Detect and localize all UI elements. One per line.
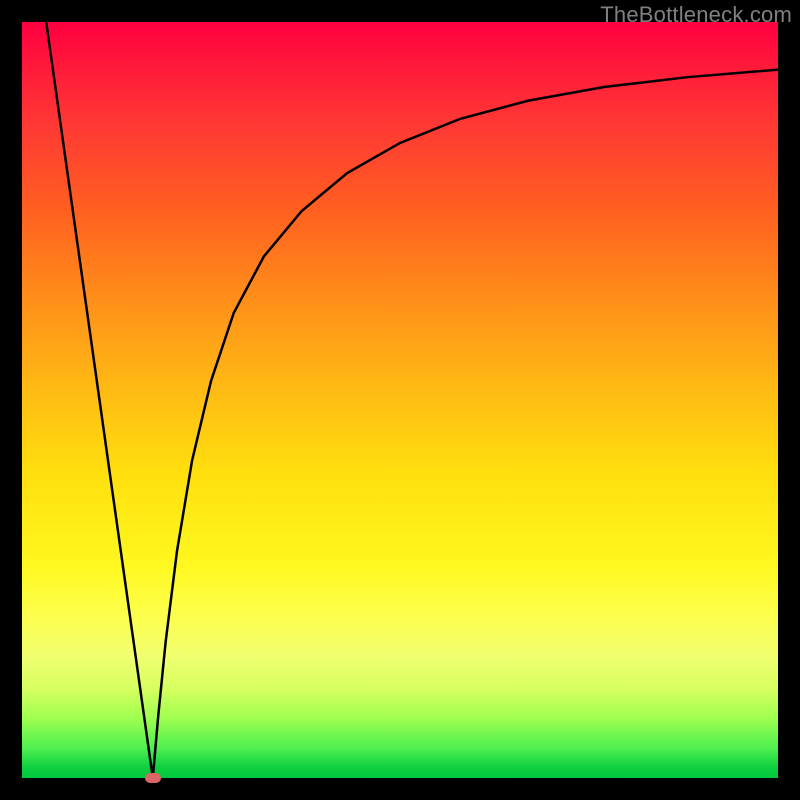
chart-plot-area [22,22,778,778]
minimum-marker [145,773,161,783]
chart-curve [22,22,778,778]
curve-path [46,22,778,778]
chart-frame: TheBottleneck.com [0,0,800,800]
watermark-text: TheBottleneck.com [600,2,792,28]
